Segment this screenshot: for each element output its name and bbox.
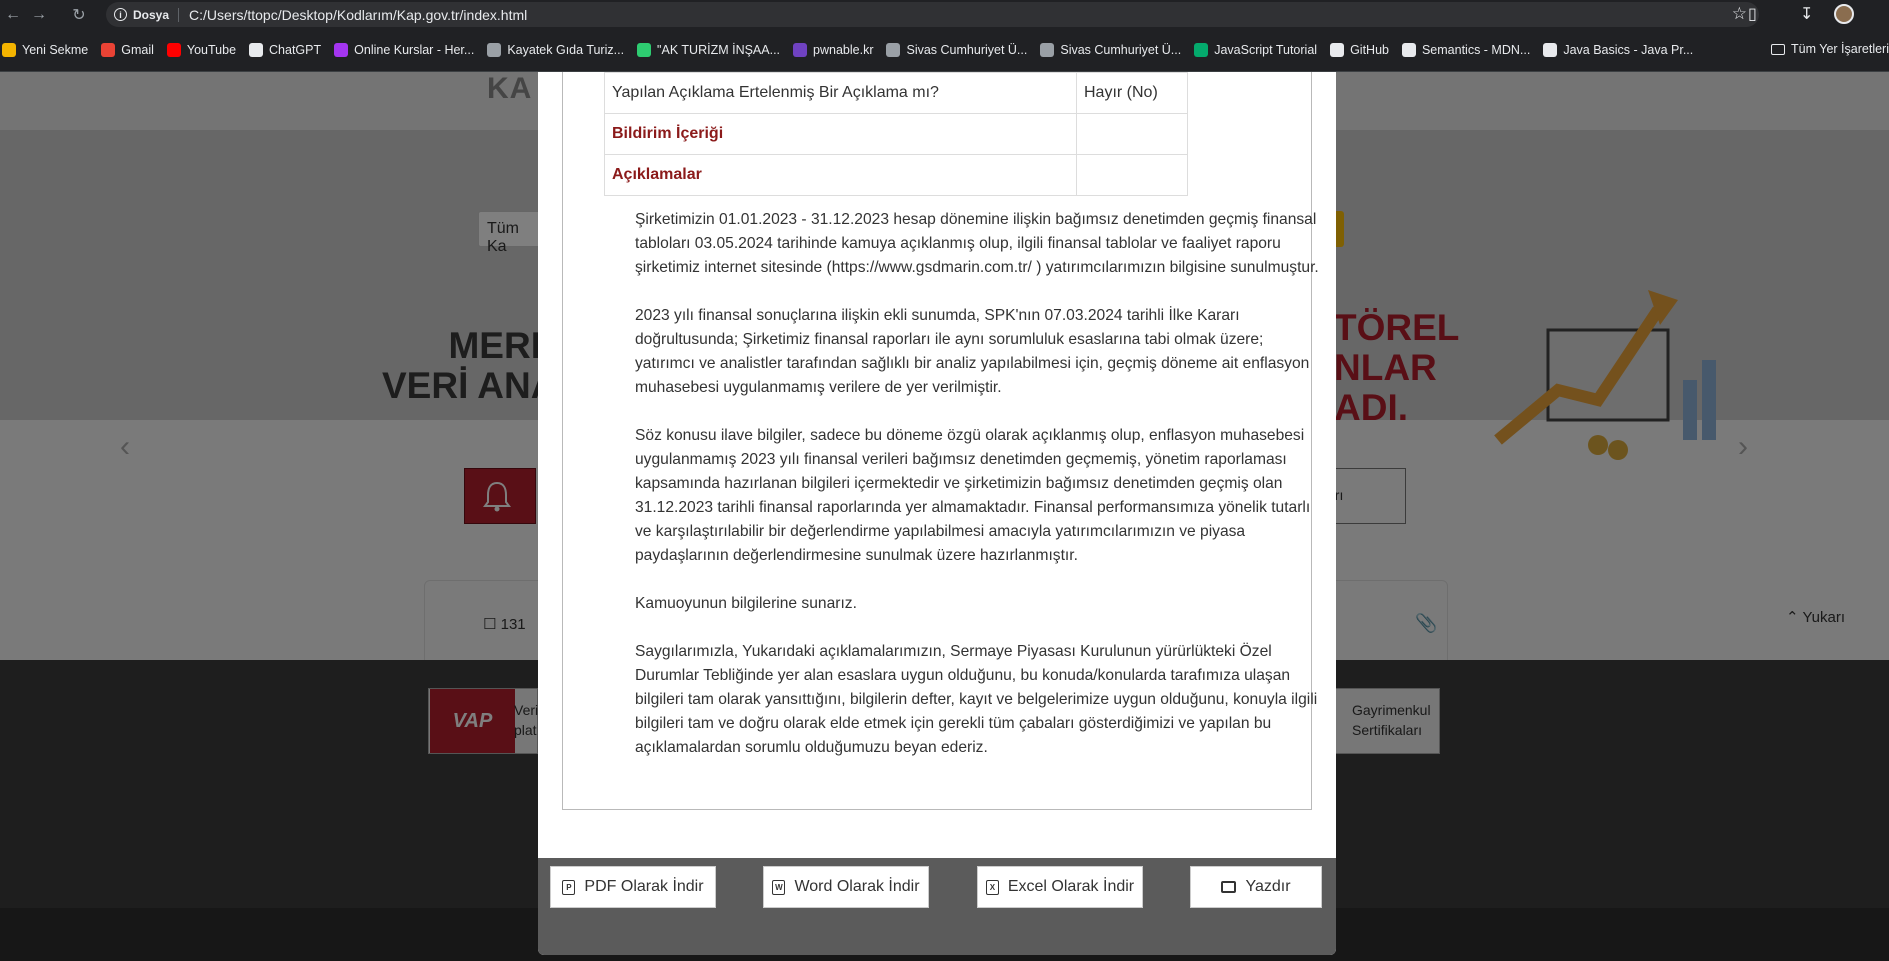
hash-icon bbox=[793, 43, 808, 57]
disclosure-modal: Yapılan Açıklama Ertelenmiş Bir Açıklama… bbox=[538, 72, 1336, 955]
back-icon[interactable]: ← bbox=[0, 0, 26, 29]
word-file-icon: W bbox=[772, 879, 786, 895]
table-cell-value bbox=[1076, 113, 1188, 155]
paragraph: Kamuoyunun bilgilerine sunarız. bbox=[635, 595, 857, 612]
bookmarks-bar: Yeni Sekme Gmail YouTube ChatGPT Online Kurs… bbox=[0, 29, 1889, 72]
download-icon[interactable]: ↧ bbox=[1800, 4, 1813, 24]
bookmark-item[interactable]: ChatGPT bbox=[249, 43, 321, 57]
folder-icon bbox=[1771, 43, 1786, 55]
github-icon bbox=[1330, 43, 1345, 57]
bookmark-item[interactable]: Kayatek Gıda Turiz... bbox=[487, 43, 624, 57]
pdf-file-icon: P bbox=[562, 879, 576, 895]
globe-icon bbox=[886, 43, 901, 57]
bookmark-item[interactable]: "AK TURİZM İNŞAA... bbox=[637, 43, 780, 57]
bookmark-item[interactable]: Sivas Cumhuriyet Ü... bbox=[1040, 43, 1181, 57]
bookmark-item[interactable]: YouTube bbox=[166, 43, 236, 57]
browser-toolbar: ← → ↻ i Dosya C:/Users/ttopc/Desktop/Kod… bbox=[0, 0, 1889, 29]
table-cell-value bbox=[1076, 154, 1188, 196]
scheme-chip[interactable]: Dosya bbox=[133, 7, 180, 22]
explanation-text: Şirketimizin 01.01.2023 - 31.12.2023 hes… bbox=[635, 208, 1325, 784]
globe-icon bbox=[1040, 43, 1055, 57]
udemy-icon bbox=[334, 43, 349, 57]
address-bar[interactable]: i Dosya C:/Users/ttopc/Desktop/Kodlarım/… bbox=[106, 2, 1759, 27]
table-cell-value: Hayır (No) bbox=[1076, 72, 1188, 114]
info-icon[interactable]: i bbox=[114, 8, 127, 21]
bookmark-item[interactable]: Online Kurslar - Her... bbox=[334, 43, 474, 57]
paragraph: Söz konusu ilave bilgiler, sadece bu dön… bbox=[635, 427, 1311, 564]
mdn-icon bbox=[1401, 43, 1416, 57]
excel-download-button[interactable]: X Excel Olarak İndir bbox=[977, 866, 1143, 908]
notification-content-heading: Bildirim İçeriği bbox=[604, 113, 1077, 155]
table-row: Yapılan Açıklama Ertelenmiş Bir Açıklama… bbox=[604, 72, 1188, 114]
profile-avatar[interactable] bbox=[1834, 4, 1854, 24]
chatgpt-icon bbox=[249, 43, 264, 57]
word-download-button[interactable]: W Word Olarak İndir bbox=[763, 866, 929, 908]
site-icon bbox=[637, 43, 652, 57]
terminal-icon bbox=[1543, 43, 1558, 57]
bookmark-item[interactable]: JavaScript Tutorial bbox=[1194, 43, 1317, 57]
download-button-bar: P PDF Olarak İndir W Word Olarak İndir X Ex… bbox=[538, 858, 1336, 955]
bookmark-item[interactable]: pwnable.kr bbox=[793, 43, 873, 57]
youtube-icon bbox=[166, 43, 181, 57]
print-button[interactable]: Yazdır bbox=[1190, 866, 1322, 908]
forward-icon[interactable]: → bbox=[26, 0, 52, 29]
bookmark-item[interactable]: Semantics - MDN... bbox=[1401, 43, 1530, 57]
bookmark-star-icon[interactable]: ☆ bbox=[1732, 4, 1747, 24]
extensions-icon[interactable]: ▯ bbox=[1748, 4, 1757, 24]
paragraph: Saygılarımızla, Yukarıdaki açıklamalarım… bbox=[635, 643, 1318, 756]
disclosure-content: Yapılan Açıklama Ertelenmiş Bir Açıklama… bbox=[562, 72, 1319, 810]
table-row: Bildirim İçeriği bbox=[604, 113, 1188, 155]
grid-icon bbox=[2, 43, 16, 57]
bookmark-item[interactable]: GitHub bbox=[1330, 43, 1389, 57]
excel-file-icon: X bbox=[985, 879, 999, 895]
printer-icon bbox=[1221, 881, 1237, 893]
bookmark-item[interactable]: Gmail bbox=[101, 43, 154, 57]
w3-icon bbox=[1194, 43, 1209, 57]
all-bookmarks-folder[interactable]: Tüm Yer İşaretleri bbox=[1771, 42, 1889, 56]
bookmark-item[interactable]: Java Basics - Java Pr... bbox=[1543, 43, 1693, 57]
bookmark-item[interactable]: Yeni Sekme bbox=[2, 43, 88, 57]
explanations-heading: Açıklamalar bbox=[604, 154, 1077, 196]
gmail-icon bbox=[101, 43, 116, 57]
bookmark-item[interactable]: Sivas Cumhuriyet Ü... bbox=[886, 43, 1027, 57]
globe-icon bbox=[487, 43, 502, 57]
paragraph: Şirketimizin 01.01.2023 - 31.12.2023 hes… bbox=[635, 211, 1319, 276]
disclosure-info-table: Yapılan Açıklama Ertelenmiş Bir Açıklama… bbox=[604, 72, 1188, 196]
table-cell-label: Yapılan Açıklama Ertelenmiş Bir Açıklama… bbox=[604, 72, 1077, 114]
table-row: Açıklamalar bbox=[604, 154, 1188, 196]
url-text[interactable]: C:/Users/ttopc/Desktop/Kodlarım/Kap.gov.… bbox=[189, 7, 527, 23]
reload-icon[interactable]: ↻ bbox=[66, 0, 92, 29]
pdf-download-button[interactable]: P PDF Olarak İndir bbox=[550, 866, 716, 908]
paragraph: 2023 yılı finansal sonuçlarına ilişkin e… bbox=[635, 307, 1310, 396]
